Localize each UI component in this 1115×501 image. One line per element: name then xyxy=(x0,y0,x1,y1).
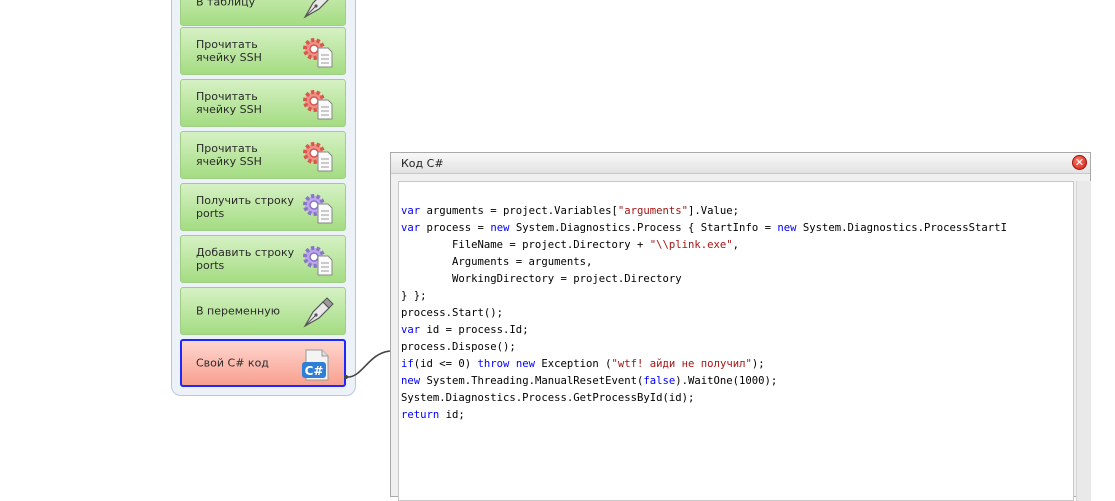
action-block-label: Добавить строку ports xyxy=(196,246,295,272)
action-block-label: Получить строку ports xyxy=(196,194,294,220)
code-line: new System.Threading.ManualResetEvent(fa… xyxy=(401,375,778,387)
gear-document-red-icon xyxy=(301,36,335,68)
code-line: var process = new System.Diagnostics.Pro… xyxy=(401,222,1007,234)
gear-document-red-icon xyxy=(301,140,335,172)
gear-document-purple-icon xyxy=(301,192,335,224)
code-line: System.Diagnostics.Process.GetProcessByI… xyxy=(401,392,695,404)
gear-document-red-icon xyxy=(301,88,335,120)
pen-nib-icon xyxy=(301,0,335,19)
close-icon[interactable]: ✕ xyxy=(1072,155,1087,170)
action-block[interactable]: Прочитать ячейку SSH xyxy=(180,131,346,179)
action-block[interactable]: Прочитать ячейку SSH xyxy=(180,79,346,127)
action-block[interactable]: Свой C# код C# xyxy=(180,339,346,387)
action-block-label: Свой C# код xyxy=(196,356,269,370)
action-block[interactable]: В таблицу xyxy=(180,0,346,26)
code-editor[interactable]: var arguments = project.Variables["argum… xyxy=(398,181,1074,501)
code-line: process.Dispose(); xyxy=(401,341,516,353)
action-block-label: Прочитать ячейку SSH xyxy=(196,142,262,168)
csharp-document-icon: C# xyxy=(300,349,334,381)
code-line: var arguments = project.Variables["argum… xyxy=(401,205,740,217)
code-line: var id = process.Id; xyxy=(401,324,529,336)
action-block[interactable]: Добавить строку ports xyxy=(180,235,346,283)
vertical-scrollbar[interactable] xyxy=(1076,181,1091,501)
action-block[interactable]: Получить строку ports xyxy=(180,183,346,231)
pen-nib-icon xyxy=(301,296,335,328)
action-block-label: Прочитать ячейку SSH xyxy=(196,90,262,116)
code-window: Код C# ✕ var arguments = project.Variabl… xyxy=(390,152,1091,501)
code-line: FileName = project.Directory + "\\plink.… xyxy=(401,239,740,251)
code-text[interactable]: var arguments = project.Variables["argum… xyxy=(401,203,1007,424)
code-line: return id; xyxy=(401,409,465,421)
gear-document-purple-icon xyxy=(301,244,335,276)
action-block-label: Прочитать ячейку SSH xyxy=(196,38,262,64)
code-line: Arguments = arguments, xyxy=(401,256,593,268)
code-line: if(id <= 0) throw new Exception ("wtf! а… xyxy=(401,358,765,370)
svg-text:C#: C# xyxy=(305,364,324,378)
action-block[interactable]: Прочитать ячейку SSH xyxy=(180,27,346,75)
action-block-label: В таблицу xyxy=(196,0,256,9)
window-title: Код C# xyxy=(401,157,444,170)
action-block-label: В переменную xyxy=(196,304,280,318)
code-line: WorkingDirectory = project.Directory xyxy=(401,273,682,285)
action-block[interactable]: В переменную xyxy=(180,287,346,335)
code-line: process.Start(); xyxy=(401,307,504,319)
window-titlebar[interactable]: Код C# ✕ xyxy=(391,153,1090,174)
code-line: } }; xyxy=(401,290,427,302)
